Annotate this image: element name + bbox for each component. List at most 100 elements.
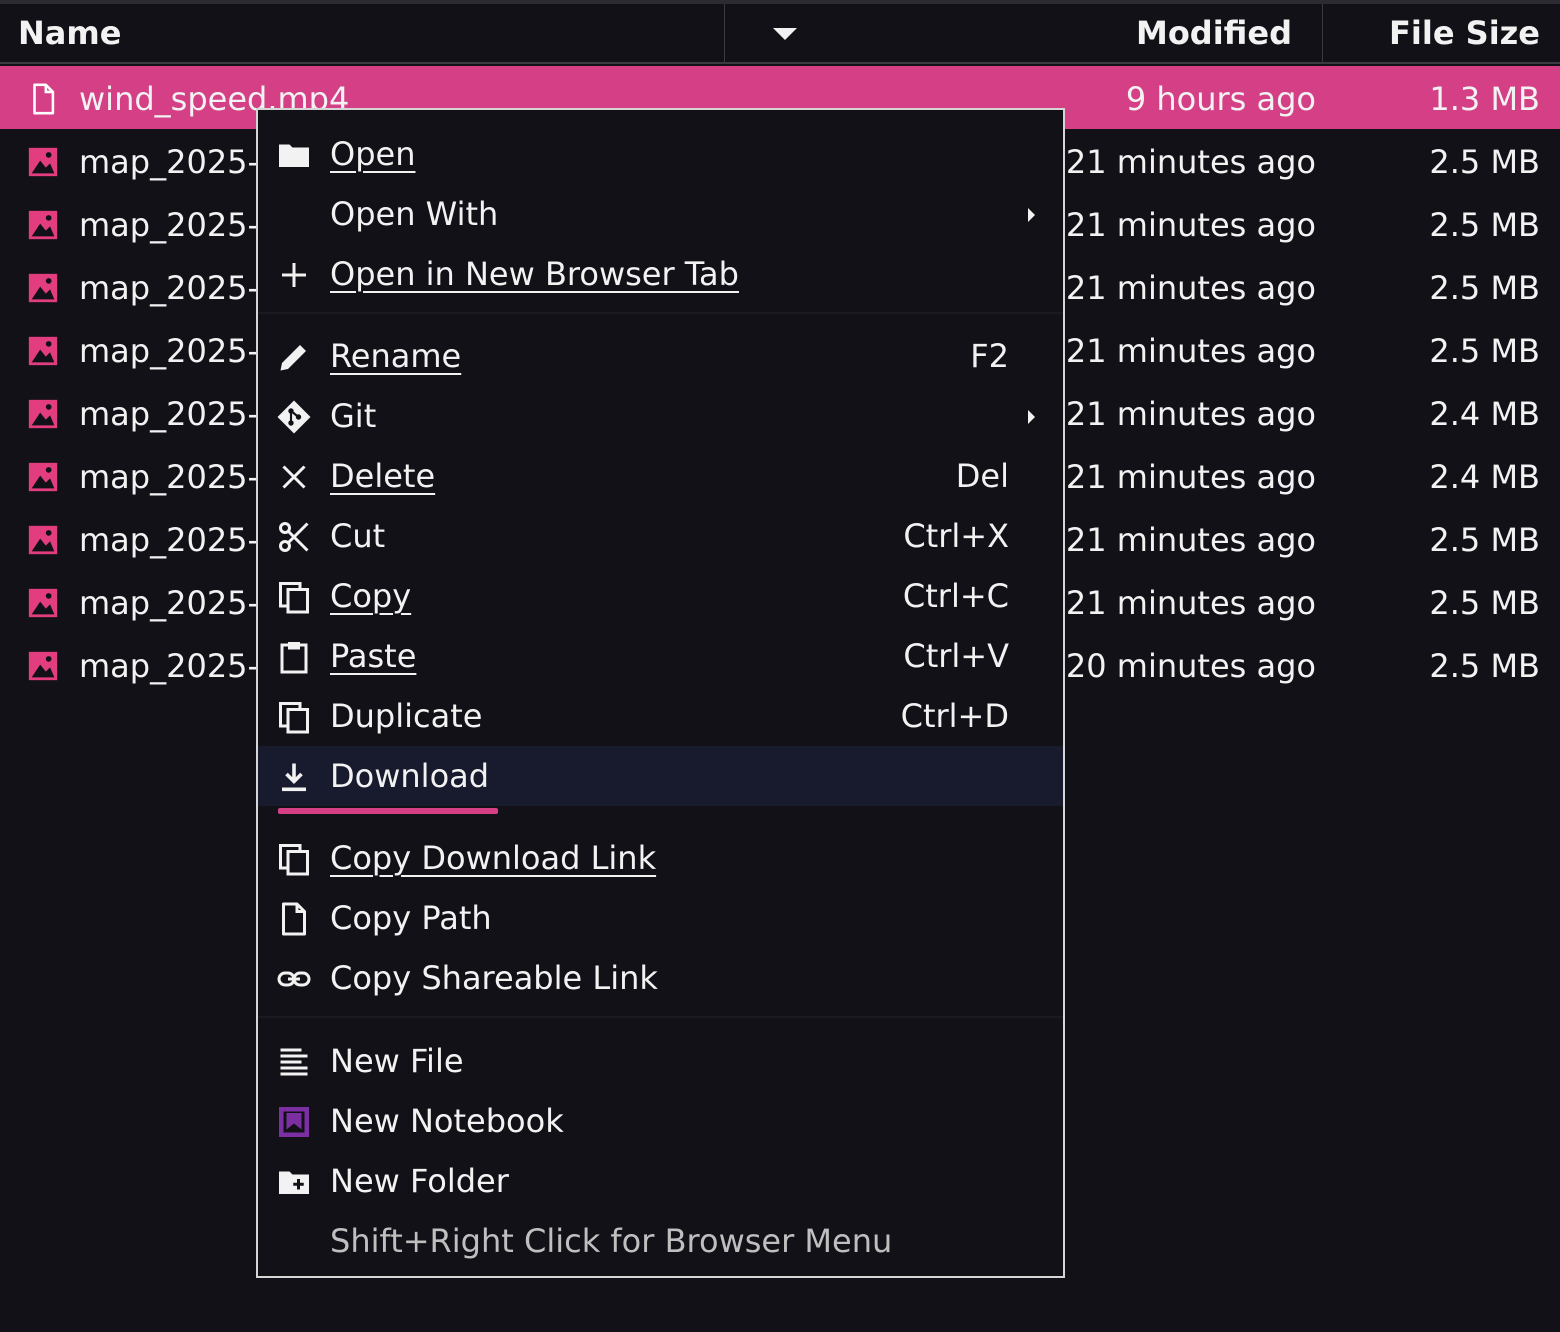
caret-down-icon xyxy=(773,28,797,40)
duplicate-icon xyxy=(279,702,309,734)
image-icon xyxy=(28,336,58,366)
download-icon xyxy=(282,763,306,792)
file-modified: 21 minutes ago xyxy=(1065,521,1316,559)
menu-item-label: Open xyxy=(330,135,416,173)
menu-item-label: Duplicate xyxy=(330,697,483,735)
file-modified: 21 minutes ago xyxy=(1065,143,1316,181)
menu-shortcut: Ctrl+C xyxy=(902,577,1009,615)
plus-icon xyxy=(282,263,306,287)
image-icon xyxy=(28,399,58,429)
file-modified: 9 hours ago xyxy=(1125,80,1316,118)
image-icon xyxy=(28,462,58,492)
menu-item-label: Paste xyxy=(330,637,417,675)
file-size: 2.4 MB xyxy=(1429,458,1540,496)
menu-hint-label: Shift+Right Click for Browser Menu xyxy=(330,1222,893,1260)
menu-item-label: Cut xyxy=(330,517,386,555)
image-icon xyxy=(28,147,58,177)
file-size: 2.5 MB xyxy=(1429,584,1540,622)
menu-item-new-folder[interactable]: New Folder xyxy=(258,1151,1063,1211)
menu-separator xyxy=(258,312,1063,314)
file-size: 2.5 MB xyxy=(1429,332,1540,370)
file-size: 1.3 MB xyxy=(1429,80,1540,118)
file-name: map_2025-0 xyxy=(79,206,280,244)
menu-item-label: Copy xyxy=(330,577,412,615)
file-name: map_2025-0 xyxy=(79,395,280,433)
file-modified: 21 minutes ago xyxy=(1065,584,1316,622)
sort-toggle[interactable] xyxy=(724,4,845,64)
file-name: map_2025-0 xyxy=(79,584,280,622)
menu-item-label: New Folder xyxy=(330,1162,509,1200)
column-header-name[interactable]: Name xyxy=(18,4,121,62)
submenu-arrow-icon xyxy=(1028,410,1035,424)
menu-item-label: Open With xyxy=(330,195,499,233)
menu-item-download[interactable]: Download xyxy=(258,746,1063,806)
menu-item-copy[interactable]: Copy Ctrl+C xyxy=(258,566,1063,626)
file-name: map_2025-0 xyxy=(79,647,280,685)
menu-shortcut: Del xyxy=(955,457,1009,495)
file-modified: 21 minutes ago xyxy=(1065,269,1316,307)
file-name: map_2025-0 xyxy=(79,521,280,559)
file-icon xyxy=(282,902,306,936)
menu-item-git[interactable]: Git xyxy=(258,386,1063,446)
menu-item-label: New File xyxy=(330,1042,464,1080)
menu-item-new-file[interactable]: New File xyxy=(258,1031,1063,1091)
new-folder-icon xyxy=(279,1171,309,1194)
image-icon xyxy=(28,210,58,240)
menu-item-label: Open in New Browser Tab xyxy=(330,255,739,293)
file-size: 2.5 MB xyxy=(1429,143,1540,181)
file-size: 2.4 MB xyxy=(1429,395,1540,433)
focus-indicator xyxy=(278,808,498,814)
column-header-file-size[interactable]: File Size xyxy=(1389,4,1540,62)
menu-item-copy-path[interactable]: Copy Path xyxy=(258,888,1063,948)
file-name: map_2025-0 xyxy=(79,332,280,370)
menu-item-copy-shareable-link[interactable]: Copy Shareable Link xyxy=(258,948,1063,1008)
menu-item-cut[interactable]: Cut Ctrl+X xyxy=(258,506,1063,566)
menu-shortcut: Ctrl+V xyxy=(903,637,1009,675)
menu-item-paste[interactable]: Paste Ctrl+V xyxy=(258,626,1063,686)
submenu-arrow-icon xyxy=(1028,208,1035,222)
copy-icon xyxy=(279,844,309,876)
copy-icon xyxy=(279,582,309,614)
file-modified: 21 minutes ago xyxy=(1065,206,1316,244)
file-modified: 20 minutes ago xyxy=(1065,647,1316,685)
menu-item-open[interactable]: Open xyxy=(258,124,1063,184)
image-icon xyxy=(28,525,58,555)
clipboard-icon xyxy=(280,642,308,674)
context-menu: Open Open With Open in New Browser Tab R… xyxy=(256,108,1065,1278)
menu-item-open-in-new-tab[interactable]: Open in New Browser Tab xyxy=(258,244,1063,304)
file-modified: 21 minutes ago xyxy=(1065,395,1316,433)
file-modified: 21 minutes ago xyxy=(1065,458,1316,496)
text-file-icon xyxy=(280,1048,308,1076)
file-size: 2.5 MB xyxy=(1429,269,1540,307)
scissors-icon xyxy=(279,522,309,552)
menu-item-delete[interactable]: Delete Del xyxy=(258,446,1063,506)
image-icon xyxy=(28,588,58,618)
menu-item-duplicate[interactable]: Duplicate Ctrl+D xyxy=(258,686,1063,746)
menu-item-label: Git xyxy=(330,397,377,435)
file-size: 2.5 MB xyxy=(1429,647,1540,685)
link-icon xyxy=(277,971,311,987)
file-name: map_2025-0 xyxy=(79,269,280,307)
file-modified: 21 minutes ago xyxy=(1065,332,1316,370)
menu-shortcut: Ctrl+X xyxy=(903,517,1009,555)
menu-item-label: Download xyxy=(330,757,490,795)
menu-item-open-with[interactable]: Open With xyxy=(258,184,1063,244)
folder-icon xyxy=(279,144,309,167)
menu-item-label: Copy Shareable Link xyxy=(330,959,658,997)
column-header-modified[interactable]: Modified xyxy=(1136,4,1292,62)
menu-item-rename[interactable]: Rename F2 xyxy=(258,326,1063,386)
file-list-header: Name Modified File Size xyxy=(0,4,1560,64)
menu-item-label: New Notebook xyxy=(330,1102,564,1140)
menu-item-copy-download-link[interactable]: Copy Download Link xyxy=(258,828,1063,888)
file-name: map_2025-0 xyxy=(79,458,280,496)
file-name: map_2025-0 xyxy=(79,143,280,181)
menu-item-new-notebook[interactable]: New Notebook xyxy=(258,1091,1063,1151)
menu-shortcut: F2 xyxy=(970,337,1009,375)
column-divider[interactable] xyxy=(1322,4,1323,64)
file-size: 2.5 MB xyxy=(1429,521,1540,559)
menu-shortcut: Ctrl+D xyxy=(900,697,1009,735)
close-icon xyxy=(282,465,306,489)
menu-separator xyxy=(258,1016,1063,1018)
image-icon xyxy=(28,651,58,681)
image-icon xyxy=(28,273,58,303)
